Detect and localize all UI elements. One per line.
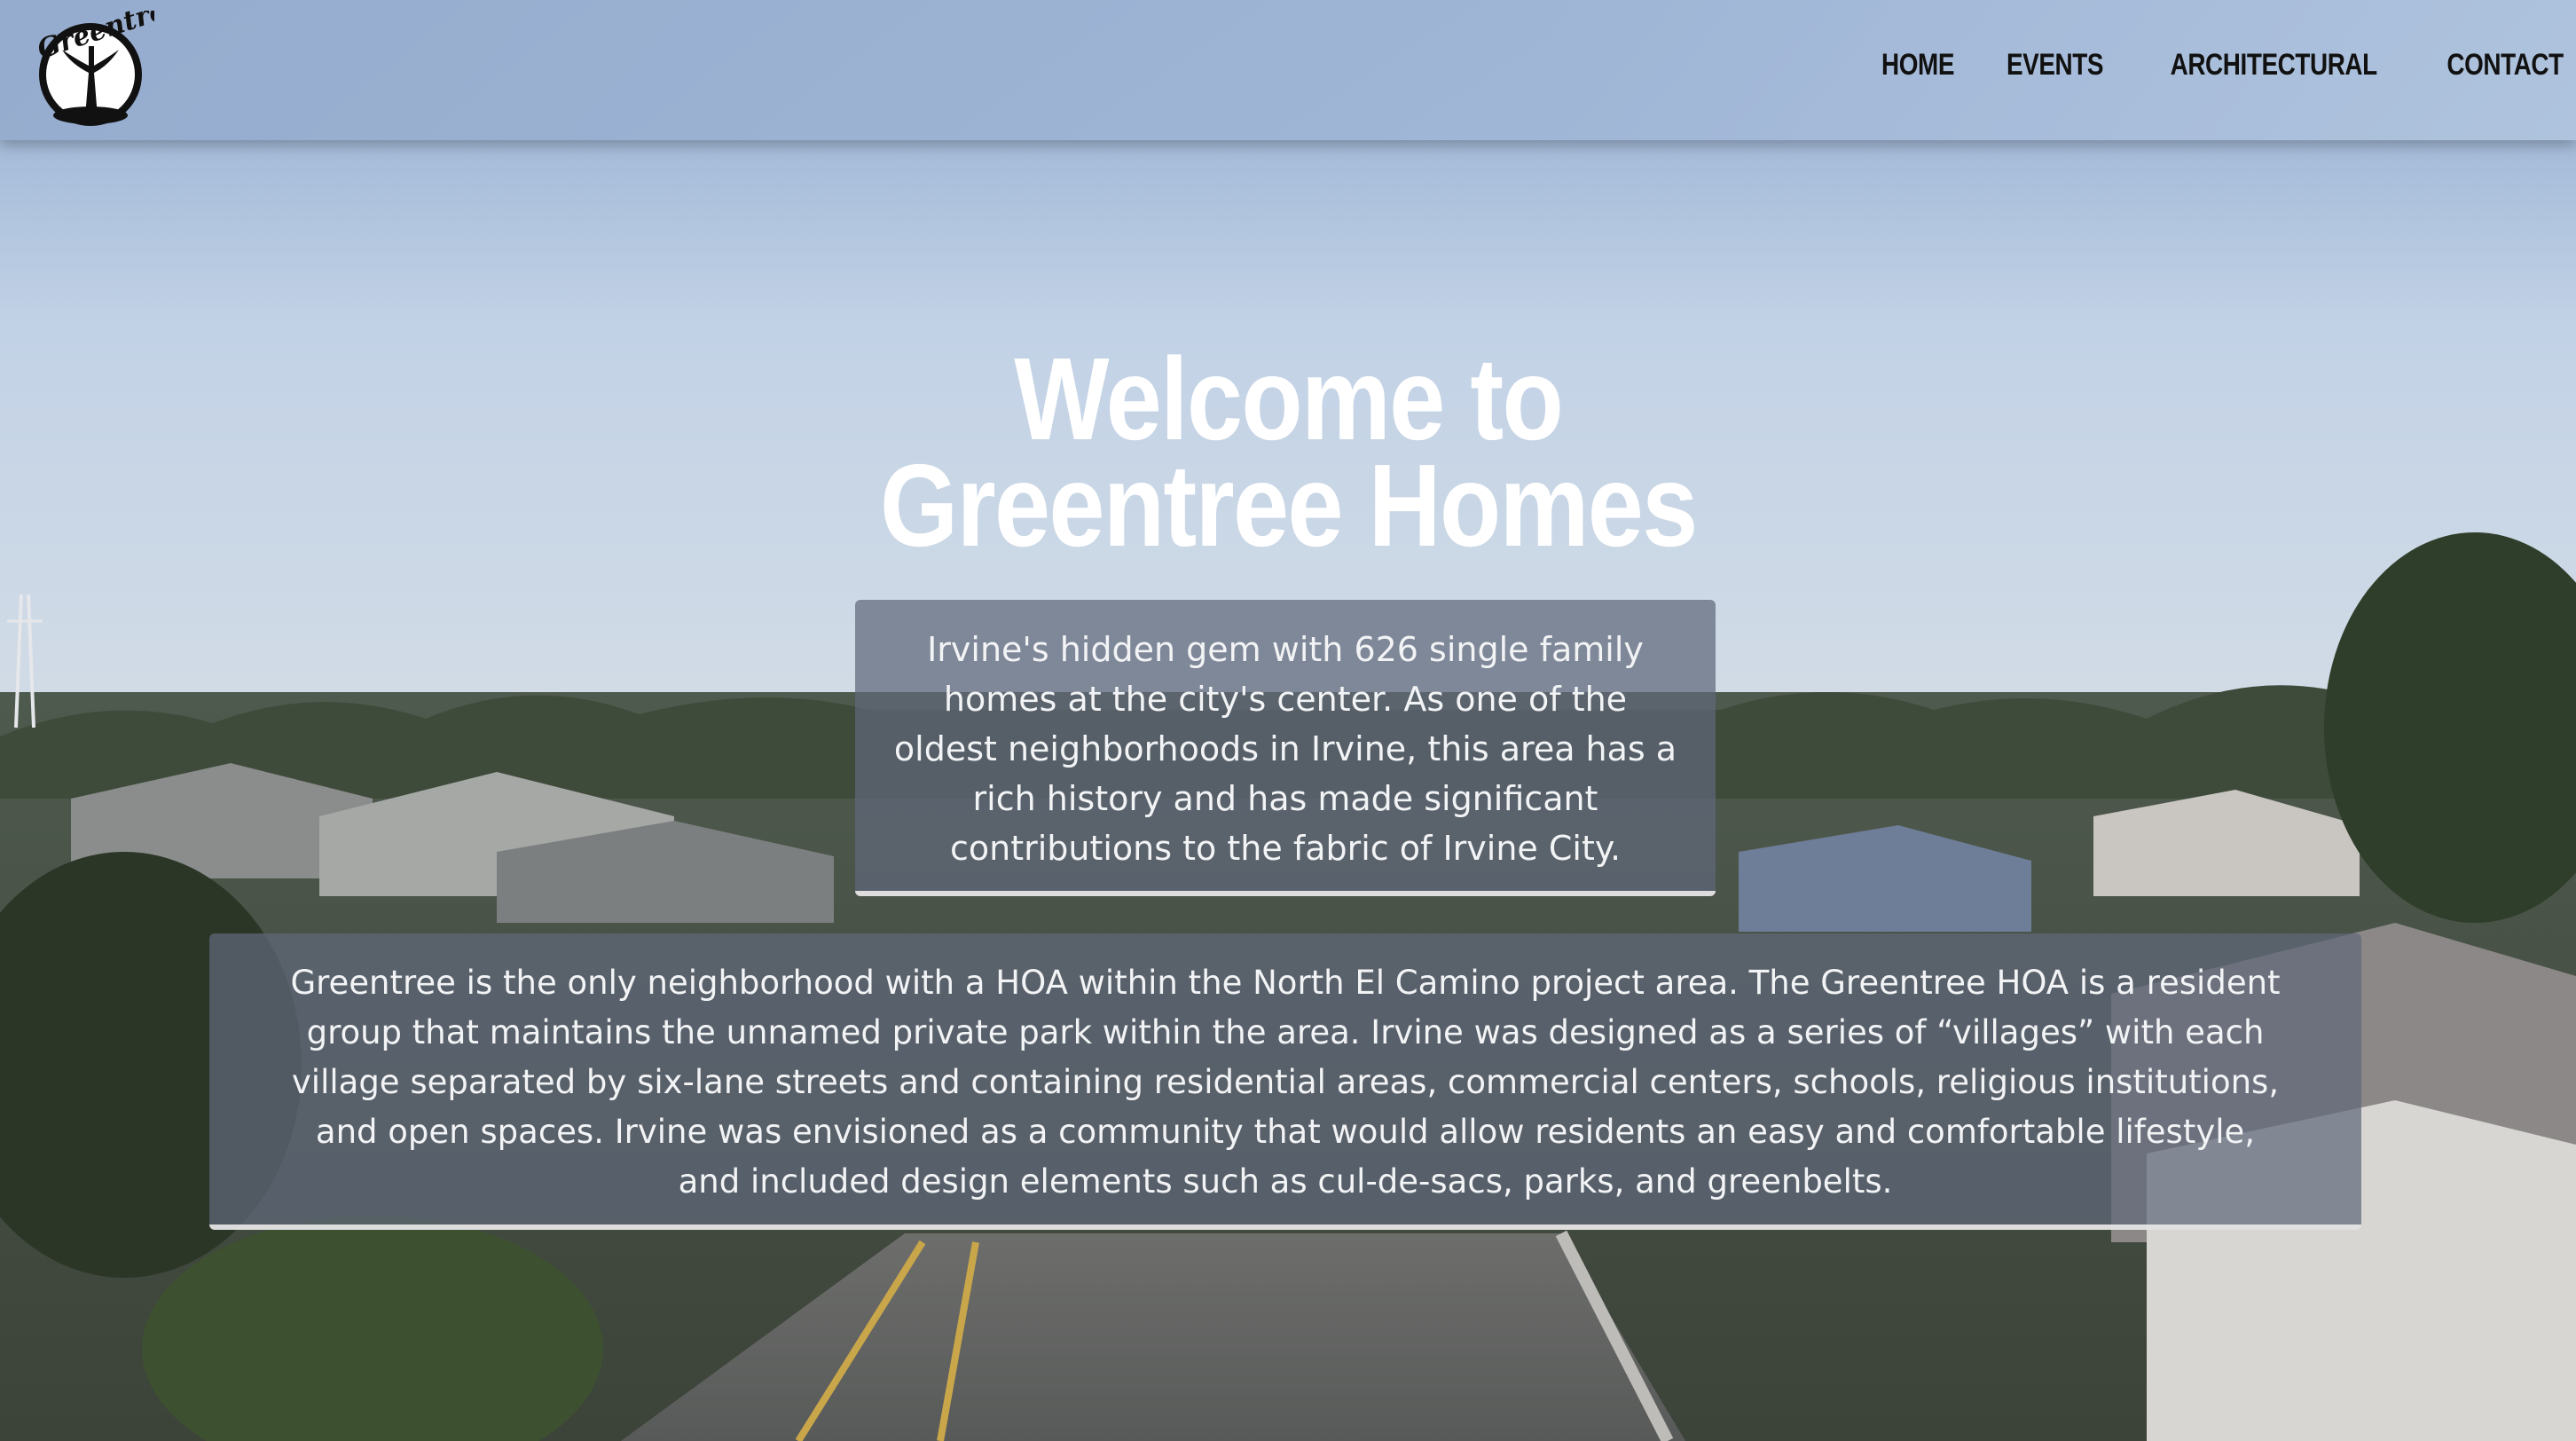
hero-title-line1: Welcome to — [1014, 334, 1564, 464]
site-header: Greentree HOME EVENTS ARCHITECTURAL CONT… — [0, 0, 2576, 140]
intro-text: Irvine's hidden gem with 626 single fami… — [893, 630, 1677, 868]
description-card: Greentree is the only neighborhood with … — [209, 933, 2361, 1230]
greentree-logo[interactable]: Greentree — [27, 11, 154, 130]
nav-contact[interactable]: CONTACT — [2446, 48, 2564, 83]
main-nav: HOME EVENTS ARCHITECTURAL CONTACT — [1840, 0, 2576, 130]
hero-title: Welcome to Greentree Homes — [0, 334, 2576, 571]
nav-home[interactable]: HOME — [1881, 48, 1954, 83]
intro-card: Irvine's hidden gem with 626 single fami… — [855, 600, 1716, 896]
nav-events[interactable]: EVENTS — [2007, 48, 2104, 83]
hero-title-line2: Greentree Homes — [879, 440, 1698, 571]
nav-architectural[interactable]: ARCHITECTURAL — [2171, 48, 2378, 83]
page: Greentree HOME EVENTS ARCHITECTURAL CONT… — [0, 0, 2576, 1441]
description-text: Greentree is the only neighborhood with … — [290, 964, 2281, 1201]
